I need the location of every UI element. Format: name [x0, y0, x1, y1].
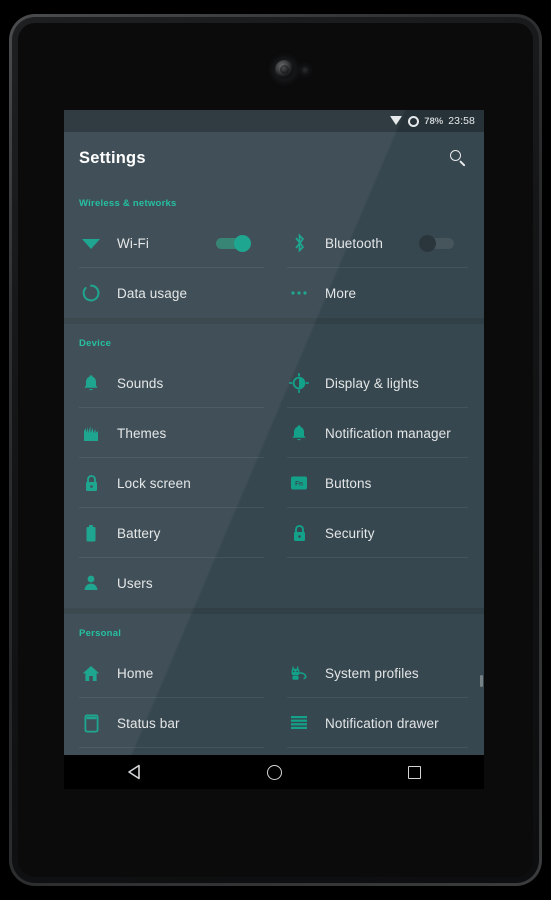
- nav-recents-button[interactable]: [387, 755, 441, 789]
- bell-icon: [287, 421, 311, 445]
- section-header-personal: Personal: [79, 628, 122, 639]
- section-grid-wireless: Wi-Fi Bluetooth Data usage More: [64, 218, 484, 318]
- lock-icon: [287, 521, 311, 545]
- settings-item-more[interactable]: More: [274, 268, 484, 318]
- status-bar-clock: 23:58: [448, 115, 475, 127]
- settings-item-wifi[interactable]: Wi-Fi: [64, 218, 274, 268]
- wifi-toggle[interactable]: [216, 234, 251, 252]
- settings-item-notification-drawer[interactable]: Notification drawer: [274, 698, 484, 748]
- search-icon: [450, 150, 466, 167]
- settings-item-display-lights[interactable]: Display & lights: [274, 358, 484, 408]
- front-camera-icon: [275, 60, 294, 79]
- page-title: Settings: [79, 148, 146, 167]
- bluetooth-toggle[interactable]: [419, 234, 454, 252]
- settings-item-security[interactable]: Security: [274, 508, 484, 558]
- device-screen: 78% 23:58 Settings Wireless & networks W…: [64, 110, 484, 789]
- data-usage-icon: [79, 281, 103, 305]
- recents-square-icon: [407, 765, 421, 779]
- settings-item-label: Wi-Fi: [117, 235, 149, 251]
- settings-item-home[interactable]: Home: [64, 648, 274, 698]
- settings-item-label: Data usage: [117, 285, 188, 301]
- settings-item-label: More: [325, 285, 357, 301]
- settings-item-label: Security: [325, 525, 375, 541]
- camera-lens-core: [280, 65, 289, 74]
- settings-item-system-profiles[interactable]: System profiles: [274, 648, 484, 698]
- android-robot-icon: [287, 661, 311, 685]
- proximity-sensor-icon: [301, 66, 309, 74]
- section-grid-device: Sounds Display & lights Themes Notificat…: [64, 358, 484, 608]
- settings-item-label: Notification manager: [325, 425, 451, 441]
- settings-item-status-bar[interactable]: Status bar: [64, 698, 274, 748]
- more-icon: [287, 281, 311, 305]
- nav-home-button[interactable]: [247, 755, 301, 789]
- settings-item-label: Bluetooth: [325, 235, 383, 251]
- settings-item-label: Buttons: [325, 475, 372, 491]
- settings-item-label: Users: [117, 575, 153, 591]
- search-button[interactable]: [438, 138, 478, 178]
- settings-item-battery[interactable]: Battery: [64, 508, 274, 558]
- bluetooth-icon: [287, 231, 311, 255]
- section-header-device: Device: [79, 338, 112, 349]
- settings-item-label: Sounds: [117, 375, 164, 391]
- fn-key-icon: Fn: [287, 471, 311, 495]
- home-icon: [79, 661, 103, 685]
- wifi-icon: [79, 231, 103, 255]
- lock-icon: [79, 471, 103, 495]
- settings-item-data-usage[interactable]: Data usage: [64, 268, 274, 318]
- bell-icon: [79, 371, 103, 395]
- settings-item-label: Notification drawer: [325, 715, 439, 731]
- battery-percent-label: 78%: [424, 115, 444, 127]
- settings-grid-filler: [274, 558, 484, 608]
- screenshot-stage: 78% 23:58 Settings Wireless & networks W…: [0, 0, 551, 900]
- brightness-icon: [287, 371, 311, 395]
- settings-item-label: Status bar: [117, 715, 180, 731]
- navigation-bar: [64, 755, 484, 789]
- settings-item-label: System profiles: [325, 665, 419, 681]
- settings-item-label: Lock screen: [117, 475, 191, 491]
- status-bar: 78% 23:58: [64, 110, 484, 132]
- back-icon: [127, 764, 142, 780]
- settings-item-sounds[interactable]: Sounds: [64, 358, 274, 408]
- app-bar: Settings: [64, 132, 484, 184]
- section-grid-personal: Home System profiles Status bar Notifica…: [64, 648, 484, 748]
- settings-item-lock-screen[interactable]: Lock screen: [64, 458, 274, 508]
- nav-back-button[interactable]: [107, 755, 161, 789]
- settings-content: Wireless & networks Wi-Fi Bluetooth Data…: [64, 184, 484, 789]
- content-scrollbar[interactable]: [480, 675, 483, 687]
- person-icon: [79, 571, 103, 595]
- battery-icon: [79, 521, 103, 545]
- settings-item-label: Battery: [117, 525, 161, 541]
- settings-item-label: Home: [117, 665, 154, 681]
- drawer-lines-icon: [287, 711, 311, 735]
- settings-item-users[interactable]: Users: [64, 558, 274, 608]
- settings-item-bluetooth[interactable]: Bluetooth: [274, 218, 484, 268]
- section-header-wireless: Wireless & networks: [79, 198, 177, 209]
- settings-item-notification-manager[interactable]: Notification manager: [274, 408, 484, 458]
- ring-icon: [408, 115, 420, 127]
- settings-item-label: Display & lights: [325, 375, 419, 391]
- settings-item-label: Themes: [117, 425, 167, 441]
- themes-icon: [79, 421, 103, 445]
- settings-item-buttons[interactable]: Fn Buttons: [274, 458, 484, 508]
- home-circle-icon: [266, 764, 282, 780]
- wifi-icon: [390, 116, 403, 126]
- status-bar-icon: [79, 711, 103, 735]
- svg-text:Fn: Fn: [295, 480, 303, 487]
- settings-item-themes[interactable]: Themes: [64, 408, 274, 458]
